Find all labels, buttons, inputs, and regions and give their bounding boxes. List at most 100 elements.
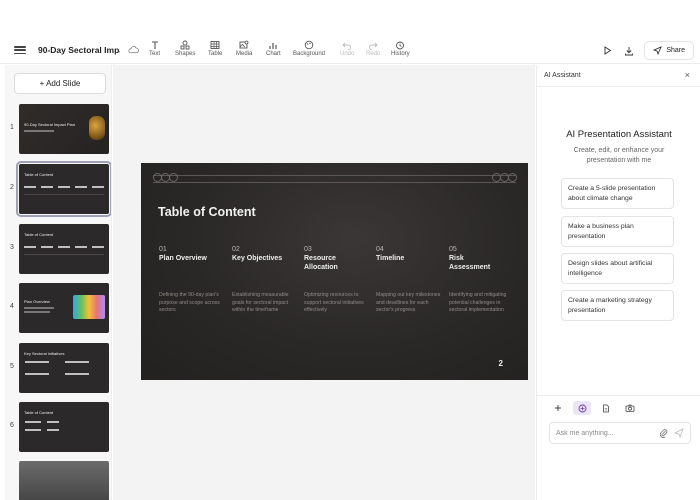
toc-item[interactable]: 05 Risk Assessment Identifying and mitig… xyxy=(449,246,519,315)
thumbnail-title: Table of Content xyxy=(24,410,54,415)
thumbnail-text-line xyxy=(65,373,89,375)
download-icon[interactable] xyxy=(622,44,636,58)
share-button[interactable]: Share xyxy=(644,41,694,60)
thumbnail-title: Plan Overview xyxy=(24,299,50,304)
toc-description: Defining the 90-day plan's purpose and s… xyxy=(159,292,220,313)
slide-thumbnail-row: 2 Table of Content xyxy=(5,161,111,217)
assistant-heading: AI Presentation Assistant xyxy=(566,129,672,140)
paperclip-icon[interactable] xyxy=(659,428,668,438)
slide-page-number: 2 xyxy=(498,359,503,368)
add-slide-button[interactable]: + Add Slide xyxy=(14,73,106,94)
toc-item[interactable]: 04 Timeline Mapping out key milestones a… xyxy=(376,246,446,315)
toc-heading: Key Objectives xyxy=(232,255,283,262)
menu-icon[interactable] xyxy=(14,44,26,56)
slide-number: 4 xyxy=(10,303,14,310)
palette-icon xyxy=(304,40,314,50)
redo-tool[interactable]: Redo xyxy=(366,40,380,57)
thumbnail-text-line xyxy=(25,361,49,363)
thumbnail-text-line xyxy=(41,186,53,188)
cloud-sync-icon xyxy=(128,46,139,54)
thumbnail-text-line xyxy=(92,246,104,248)
thumbnail-text-line xyxy=(24,194,104,195)
presentation-editor: 90-Day Sectoral Impac Text Shapes Table … xyxy=(0,0,700,500)
document-title[interactable]: 90-Day Sectoral Impac xyxy=(38,45,120,55)
suggestion-button[interactable]: Make a business plan presentation xyxy=(561,216,674,247)
slide-title[interactable]: Table of Content xyxy=(158,205,256,219)
thumbnail-text-line xyxy=(65,361,89,363)
slide-thumbnail-6[interactable]: Table of Content xyxy=(19,402,109,452)
thumbnail-text-line xyxy=(47,421,59,423)
toc-number: 04 xyxy=(376,246,384,253)
text-tool[interactable]: Text xyxy=(149,40,160,57)
assistant-panel-title: AI Assistant xyxy=(544,72,581,79)
toc-item[interactable]: 03 Resource Allocation Optimizing resour… xyxy=(304,246,374,315)
thumbnail-text-line xyxy=(92,186,104,188)
slide-thumbnail-7[interactable] xyxy=(19,461,109,500)
chart-tool-label: Chart xyxy=(266,51,281,57)
undo-tool-label: Undo xyxy=(340,51,355,57)
media-tool-label: Media xyxy=(236,51,253,57)
slide-thumbnail-5[interactable]: Key Sectoral Initiatives xyxy=(19,343,109,393)
media-icon xyxy=(239,40,249,49)
undo-icon xyxy=(342,42,352,50)
plus-icon[interactable] xyxy=(549,401,567,415)
table-tool[interactable]: Table xyxy=(208,40,222,57)
slide-number: 1 xyxy=(10,124,14,131)
suggestion-button[interactable]: Design slides about artificial intellige… xyxy=(561,253,674,284)
toc-number: 01 xyxy=(159,246,167,253)
current-slide[interactable]: Table of Content 01 Plan Overview Defini… xyxy=(141,163,528,380)
thumbnail-title: 90-Day Sectoral Impact Plan xyxy=(24,122,75,127)
toc-item[interactable]: 02 Key Objectives Establishing measurabl… xyxy=(232,246,302,315)
assistant-header: AI Assistant × xyxy=(537,65,700,87)
thumbnail-text-line xyxy=(75,186,87,188)
toc-description: Identifying and mitigating potential cha… xyxy=(449,292,507,313)
toc-description: Optimizing resources to support sectoral… xyxy=(304,292,364,313)
chart-tool[interactable]: Chart xyxy=(266,40,281,57)
sparkle-icon[interactable] xyxy=(573,401,591,415)
slide-thumbnail-4[interactable]: Plan Overview xyxy=(19,283,109,333)
toc-description: Establishing measurable goals for sector… xyxy=(232,292,289,313)
thumbnail-text-line xyxy=(25,429,41,431)
chart-icon xyxy=(269,43,277,49)
media-tool[interactable]: Media xyxy=(236,40,252,57)
history-tool-label: History xyxy=(391,51,410,57)
slide-number: 6 xyxy=(10,422,14,429)
send-icon xyxy=(653,46,663,55)
shapes-tool[interactable]: Shapes xyxy=(175,40,195,57)
assistant-input-area xyxy=(537,395,700,500)
slide-thumbnail-3[interactable]: Table of Content xyxy=(19,224,109,274)
toc-description: Mapping out key milestones and deadlines… xyxy=(376,292,441,313)
toc-item[interactable]: 01 Plan Overview Defining the 90-day pla… xyxy=(159,246,229,315)
table-icon xyxy=(210,41,220,49)
suggestion-button[interactable]: Create a marketing strategy presentation xyxy=(561,290,674,321)
slide-thumbnail-1[interactable]: 90-Day Sectoral Impact Plan xyxy=(19,104,109,154)
toc-heading: Timeline xyxy=(376,255,405,262)
history-tool[interactable]: History xyxy=(391,40,410,57)
send-icon[interactable] xyxy=(674,428,684,438)
table-tool-label: Table xyxy=(208,51,223,57)
thumbnail-text-line xyxy=(25,373,49,375)
share-label: Share xyxy=(666,47,685,54)
toc-number: 02 xyxy=(232,246,240,253)
background-tool[interactable]: Background xyxy=(293,40,325,57)
toolbar: 90-Day Sectoral Impac Text Shapes Table … xyxy=(0,38,700,64)
thumbnail-text-line xyxy=(24,311,50,313)
background-tool-label: Background xyxy=(293,51,326,57)
shapes-tool-label: Shapes xyxy=(175,51,196,57)
suggestion-button[interactable]: Create a 5-slide presentation about clim… xyxy=(561,178,674,209)
history-icon xyxy=(396,41,405,50)
close-icon[interactable]: × xyxy=(685,70,690,80)
slide-thumbnail-2[interactable]: Table of Content xyxy=(16,161,111,217)
toc-number: 03 xyxy=(304,246,312,253)
chat-input[interactable] xyxy=(556,429,646,437)
slide-decor-border xyxy=(153,175,516,183)
undo-tool[interactable]: Undo xyxy=(340,40,354,57)
play-icon[interactable] xyxy=(600,44,614,58)
slide-canvas: Table of Content 01 Plan Overview Defini… xyxy=(113,65,535,500)
camera-icon[interactable] xyxy=(621,401,639,415)
toolbar-actions: Share xyxy=(600,41,694,60)
thumbnail-text-line xyxy=(25,421,41,423)
document-icon[interactable] xyxy=(597,401,615,415)
thumbnail-text-line xyxy=(24,254,104,255)
toc-heading: Risk Assessment xyxy=(449,255,491,271)
